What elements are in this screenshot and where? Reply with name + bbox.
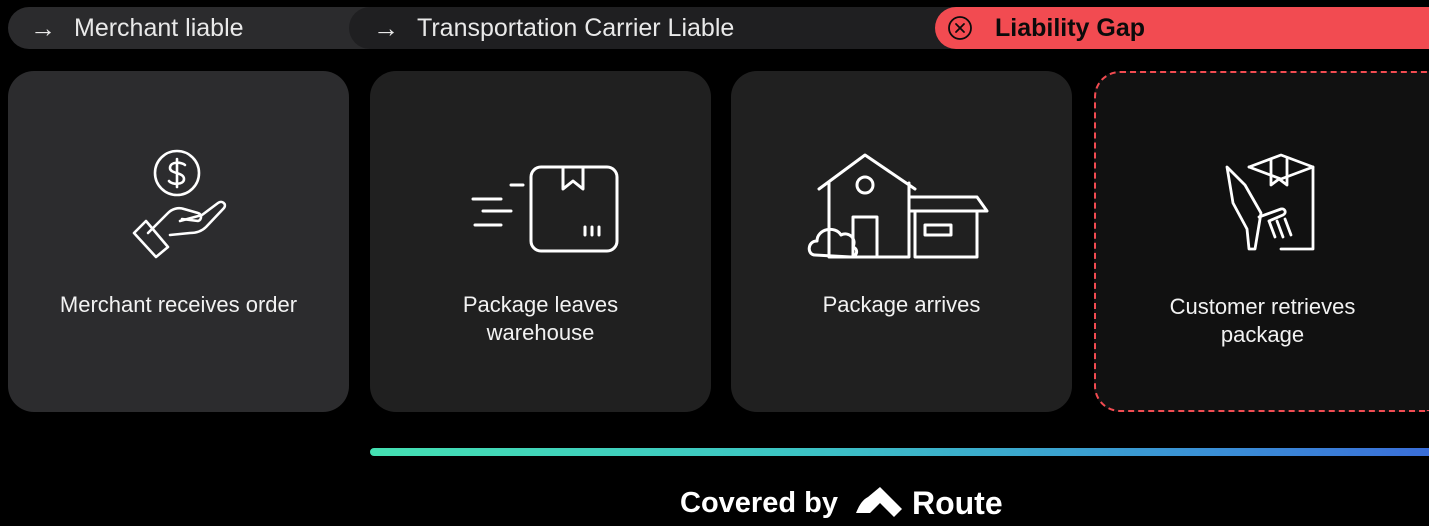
liability-diagram: → Merchant liable → Transportation Carri… [0,0,1429,526]
route-brand-name: Route [911,485,1003,521]
hand-package-icon [1219,145,1329,260]
phase-liability-gap: Liability Gap [935,7,1429,49]
step-label: Merchant receives order [59,292,298,317]
covered-prefix: Covered by [680,487,838,519]
step-card-customer-retrieves-package: Customer retrieves package [1094,71,1429,412]
step-card-merchant-receives-order: Merchant receives order [8,71,349,412]
phase-label: Transportation Carrier Liable [417,13,735,42]
phase-label: Liability Gap [995,13,1146,42]
step-label: Package leaves warehouse [462,292,619,345]
x-circle-icon [947,15,973,41]
phase-label: Merchant liable [74,13,244,42]
step-label: Customer retrieves package [1169,294,1356,347]
right-arrow-icon: → [30,13,56,43]
hand-dollar-icon [124,143,234,268]
phase-merchant-liable: → Merchant liable [8,7,400,49]
phase-carrier-liable: → Transportation Carrier Liable [349,7,989,49]
route-logo-icon [854,485,904,522]
covered-by-route: Covered by Route [680,485,1003,522]
step-card-package-leaves-warehouse: Package leaves warehouse [370,71,711,412]
house-icon [807,143,997,268]
moving-box-icon [461,143,621,268]
coverage-bar [370,448,1429,456]
right-arrow-icon: → [373,13,399,43]
step-label: Package arrives [822,292,981,317]
step-card-package-arrives: Package arrives [731,71,1072,412]
